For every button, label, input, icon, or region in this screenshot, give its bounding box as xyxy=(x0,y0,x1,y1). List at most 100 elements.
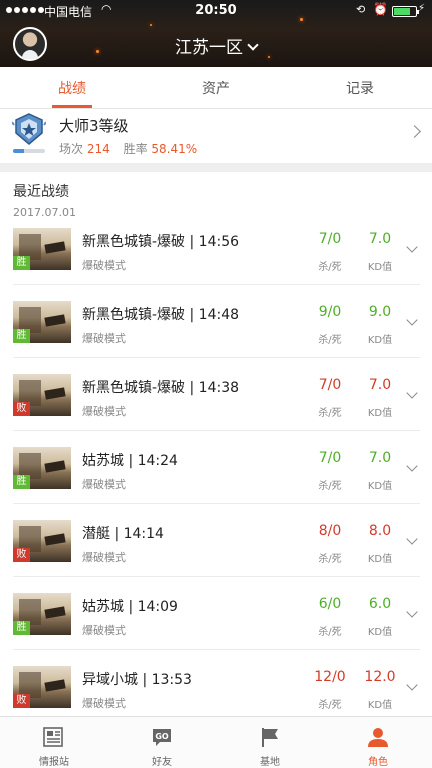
tabbar-item-news[interactable]: 情报站 xyxy=(0,717,108,768)
flag-icon xyxy=(262,728,278,747)
tab-record[interactable]: 战绩 xyxy=(0,78,144,98)
tab-history[interactable]: 记录 xyxy=(288,78,432,98)
kill-death-label: 杀/死 xyxy=(318,481,342,492)
result-badge: 胜 xyxy=(13,621,30,635)
kd-ratio: 12.0 xyxy=(364,669,396,685)
kd-ratio-label: KD值 xyxy=(367,262,393,273)
match-row[interactable]: 胜 新黑色城镇-爆破 | 14:56 爆破模式 7/0 7.0 杀/死 KD值 xyxy=(0,212,432,285)
tabbar-item-role[interactable]: 角色 xyxy=(324,717,432,768)
bottom-tabbar: 情报站 GO 好友 基地 角色 xyxy=(0,716,432,768)
chevron-down-icon[interactable] xyxy=(406,387,418,399)
svg-text:GO: GO xyxy=(155,732,169,741)
rank-card[interactable]: 大师3等级 场次 214 胜率 58.41% xyxy=(0,109,432,163)
kd-ratio: 7.0 xyxy=(368,450,392,466)
chevron-down-icon[interactable] xyxy=(406,679,418,691)
result-badge: 胜 xyxy=(13,256,30,270)
kd-ratio-label: KD值 xyxy=(367,700,393,711)
winrate-label: 胜率 xyxy=(123,142,148,156)
winrate-value: 58.41% xyxy=(151,142,198,156)
person-icon xyxy=(368,728,388,747)
rank-stats: 场次 214 胜率 58.41% xyxy=(59,140,197,157)
news-icon xyxy=(43,727,63,747)
kd-ratio: 6.0 xyxy=(368,596,392,612)
map-title: 姑苏城 | 14:24 xyxy=(82,453,178,469)
tab-indicator xyxy=(52,105,92,108)
tabbar-label: 基地 xyxy=(260,757,280,768)
kd-ratio-label: KD值 xyxy=(367,481,393,492)
recent-title: 最近战绩 xyxy=(13,184,69,200)
game-mode: 爆破模式 xyxy=(82,551,126,564)
kill-death: 12/0 xyxy=(314,669,346,685)
chevron-down-icon[interactable] xyxy=(406,533,418,545)
section-divider xyxy=(0,163,432,172)
tabbar-item-base[interactable]: 基地 xyxy=(216,717,324,768)
game-mode: 爆破模式 xyxy=(82,405,126,418)
match-row[interactable]: 胜 新黑色城镇-爆破 | 14:48 爆破模式 9/0 9.0 杀/死 KD值 xyxy=(0,285,432,358)
game-mode: 爆破模式 xyxy=(82,259,126,272)
match-row[interactable]: 胜 姑苏城 | 14:24 爆破模式 7/0 7.0 杀/死 KD值 xyxy=(0,431,432,504)
kill-death-label: 杀/死 xyxy=(318,408,342,419)
map-title: 异域小城 | 13:53 xyxy=(82,672,192,688)
kd-ratio: 9.0 xyxy=(368,304,392,320)
match-row[interactable]: 败 新黑色城镇-爆破 | 14:38 爆破模式 7/0 7.0 杀/死 KD值 xyxy=(0,358,432,431)
map-title: 新黑色城镇-爆破 | 14:38 xyxy=(82,380,240,396)
result-badge: 败 xyxy=(13,402,30,416)
kill-death: 8/0 xyxy=(318,523,342,539)
tab-bar: 战绩 资产 记录 xyxy=(0,67,432,109)
result-badge: 败 xyxy=(13,694,30,708)
chevron-down-icon xyxy=(247,39,259,51)
chevron-down-icon[interactable] xyxy=(406,606,418,618)
game-mode: 爆破模式 xyxy=(82,332,126,345)
game-mode: 爆破模式 xyxy=(82,478,126,491)
server-name: 江苏一区 xyxy=(175,38,243,58)
kd-ratio: 8.0 xyxy=(368,523,392,539)
map-title: 潜艇 | 14:14 xyxy=(82,526,164,542)
tabbar-label: 情报站 xyxy=(39,757,69,768)
kill-death: 7/0 xyxy=(318,377,342,393)
kd-ratio-label: KD值 xyxy=(367,335,393,346)
rotation-lock-icon: ⟲ xyxy=(356,3,366,16)
tabbar-label: 角色 xyxy=(368,757,388,768)
rank-badge-icon xyxy=(12,113,46,145)
result-badge: 胜 xyxy=(13,329,30,343)
chevron-down-icon[interactable] xyxy=(406,314,418,326)
go-icon: GO xyxy=(153,729,171,746)
decor-spark xyxy=(150,24,152,26)
alarm-icon: ⏰ xyxy=(373,2,388,16)
game-mode: 爆破模式 xyxy=(82,697,126,710)
tabbar-label: 好友 xyxy=(152,757,172,768)
result-badge: 败 xyxy=(13,548,30,562)
status-bar: 中国电信 ◠ 20:50 ⟲ ⏰ ⚡ xyxy=(0,0,432,22)
map-title: 新黑色城镇-爆破 | 14:56 xyxy=(82,234,240,250)
kill-death-label: 杀/死 xyxy=(318,554,342,565)
kill-death-label: 杀/死 xyxy=(318,700,342,711)
rank-progress-bar xyxy=(13,149,45,153)
chevron-right-icon xyxy=(408,125,421,138)
kill-death-label: 杀/死 xyxy=(318,335,342,346)
kill-death: 6/0 xyxy=(318,596,342,612)
chevron-down-icon[interactable] xyxy=(406,241,418,253)
chevron-down-icon[interactable] xyxy=(406,460,418,472)
map-title: 姑苏城 | 14:09 xyxy=(82,599,178,615)
battery-icon xyxy=(392,6,419,17)
kd-ratio-label: KD值 xyxy=(367,554,393,565)
charging-icon: ⚡ xyxy=(418,3,426,14)
clock: 20:50 xyxy=(195,3,237,18)
rank-name: 大师3等级 xyxy=(59,117,129,135)
kill-death-label: 杀/死 xyxy=(318,627,342,638)
kd-ratio: 7.0 xyxy=(368,231,392,247)
app-header: 中国电信 ◠ 20:50 ⟲ ⏰ ⚡ 江苏一区 xyxy=(0,0,432,67)
matches-label: 场次 xyxy=(59,142,84,156)
match-row[interactable]: 败 潜艇 | 14:14 爆破模式 8/0 8.0 杀/死 KD值 xyxy=(0,504,432,577)
kill-death-label: 杀/死 xyxy=(318,262,342,273)
tab-assets[interactable]: 资产 xyxy=(144,78,288,98)
tabbar-item-friends[interactable]: GO 好友 xyxy=(108,717,216,768)
matches-value: 214 xyxy=(86,142,110,156)
match-row[interactable]: 胜 姑苏城 | 14:09 爆破模式 6/0 6.0 杀/死 KD值 xyxy=(0,577,432,650)
kill-death: 7/0 xyxy=(318,231,342,247)
server-selector[interactable]: 江苏一区 xyxy=(0,33,432,58)
match-row[interactable]: 败 异域小城 | 13:53 爆破模式 12/0 12.0 杀/死 KD值 xyxy=(0,650,432,723)
kill-death: 7/0 xyxy=(318,450,342,466)
map-title: 新黑色城镇-爆破 | 14:48 xyxy=(82,307,240,323)
kd-ratio: 7.0 xyxy=(368,377,392,393)
